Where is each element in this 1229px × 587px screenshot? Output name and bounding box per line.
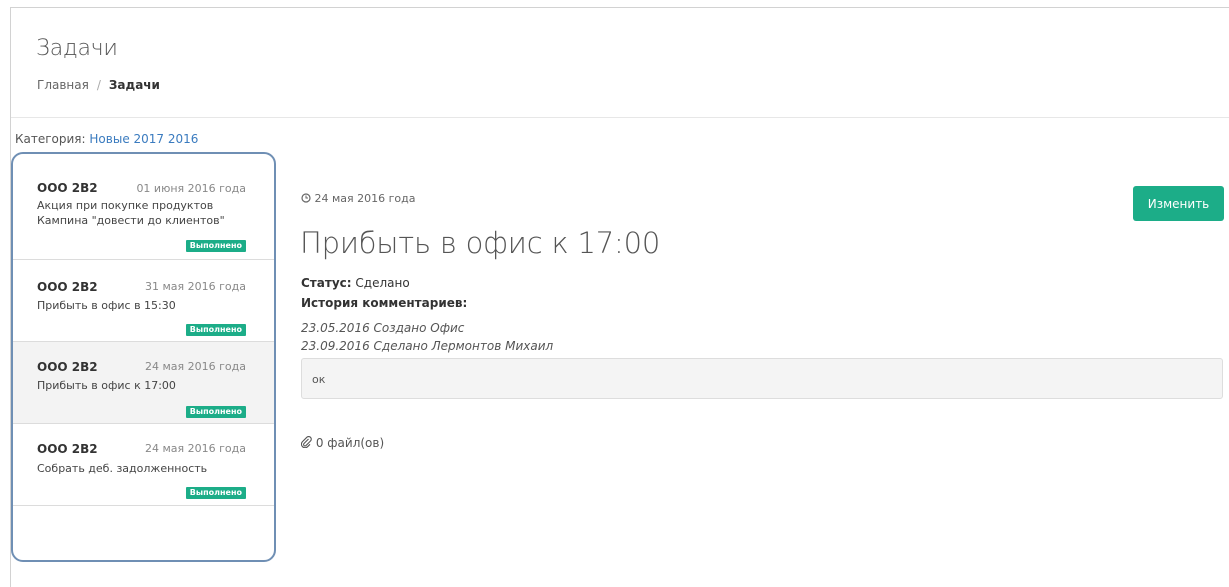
clock-icon [301,192,311,205]
task-company: ООО 2B2 [37,181,98,195]
task-date: 01 июня 2016 года [136,182,246,195]
history-entry: 23.09.2016 Сделано Лермонтов Михаил [301,339,554,353]
task-company: ООО 2B2 [37,360,98,374]
task-item[interactable]: ООО 2B2 01 июня 2016 года Акция при поку… [13,154,274,260]
status-value: Сделано [355,276,410,290]
task-description: Акция при покупке продуктов [37,199,214,212]
task-description-line2: Кампина "довести до клиентов" [37,214,225,227]
task-item[interactable]: ООО 2B2 31 мая 2016 года Прибыть в офис … [13,260,274,342]
task-date: 31 мая 2016 года [145,280,246,293]
task-item[interactable]: ООО 2B2 24 мая 2016 года Собрать деб. за… [13,424,274,506]
attachments[interactable]: 0 файл(ов) [300,436,385,450]
breadcrumb-separator: / [96,78,101,92]
category-link[interactable]: Новые 2017 2016 [89,132,198,146]
breadcrumb-current: Задачи [108,78,160,92]
category-label: Категория: [15,132,86,146]
header-divider [11,117,1229,118]
task-date: 24 мая 2016 года [145,442,246,455]
history-entry: 23.05.2016 Создано Офис [301,321,465,335]
status-badge: Выполнено [185,487,246,499]
category-filter: Категория: Новые 2017 2016 [15,132,198,146]
task-description: Собрать деб. задолженность [37,462,208,475]
task-company: ООО 2B2 [37,442,98,456]
paperclip-icon [300,436,312,450]
status-label: Статус: [301,276,352,290]
edit-button[interactable]: Изменить [1133,186,1224,221]
status-badge: Выполнено [185,240,246,252]
status-badge: Выполнено [185,324,246,336]
files-count: 0 файл(ов) [315,436,385,450]
comment-history-label: История комментариев: [301,296,468,310]
page-title: Задачи [36,36,118,61]
task-date-text: 24 мая 2016 года [314,192,416,205]
task-created-date: 24 мая 2016 года [301,192,416,205]
task-company: ООО 2B2 [37,280,98,294]
status-badge: Выполнено [185,406,246,418]
task-list: ООО 2B2 01 июня 2016 года Акция при поку… [11,152,276,562]
task-item-selected[interactable]: ООО 2B2 24 мая 2016 года Прибыть в офис … [13,342,274,424]
task-description: Прибыть в офис к 17:00 [37,379,176,392]
task-date: 24 мая 2016 года [145,360,246,373]
task-status: Статус: Сделано [301,276,410,290]
breadcrumb-home-link[interactable]: Главная [37,78,89,92]
task-description: Прибыть в офис в 15:30 [37,299,176,312]
comment-text: ок [301,358,1223,399]
task-title: Прибыть в офис к 17:00 [300,226,661,260]
breadcrumb: Главная / Задачи [37,78,160,92]
